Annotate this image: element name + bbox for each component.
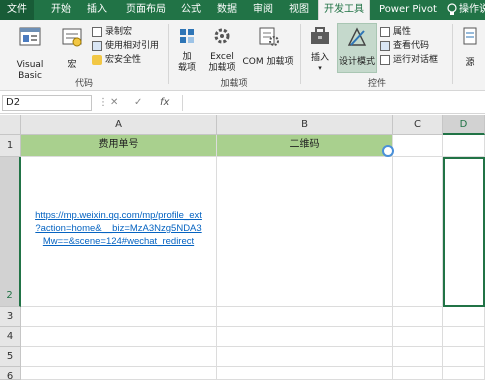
cell-c2[interactable] <box>393 157 443 307</box>
row-header-5[interactable]: 5 <box>0 347 21 367</box>
view-code-button[interactable]: 查看代码 <box>380 40 429 52</box>
addins-group-label: 加载项 <box>220 79 248 89</box>
visual-basic-button[interactable]: Visual Basic <box>4 26 56 82</box>
hyperlink-line[interactable]: https://mp.weixin.qq.com/mp/profile_ext <box>21 209 216 222</box>
row-header-2[interactable]: 2 <box>0 157 21 307</box>
visual-basic-icon <box>19 27 41 46</box>
name-box[interactable]: D2 <box>2 95 92 111</box>
hyperlink-line[interactable]: Mw==&scene=124#wechat_redirect <box>21 235 216 248</box>
code-group-label: 代码 <box>74 79 93 89</box>
run-dialog-icon <box>380 55 390 65</box>
cell-b2[interactable] <box>217 157 393 307</box>
ribbon: Visual Basic 宏 录制宏 使用相对引用 宏安全性 代码 加 载项 E… <box>0 20 485 91</box>
insert-function-button[interactable]: fx <box>160 95 169 111</box>
row-header-3[interactable]: 3 <box>0 307 21 327</box>
excel-addins-button[interactable]: Excel 加载项 <box>204 26 240 74</box>
cell-a4[interactable] <box>21 327 217 347</box>
tab-page-layout[interactable]: 页面布局 <box>120 0 172 20</box>
formula-bar-more-icon: ⋮ <box>98 97 108 108</box>
group-divider <box>168 24 169 84</box>
warning-icon <box>92 55 102 65</box>
tab-view[interactable]: 视图 <box>284 0 314 20</box>
relative-references-button[interactable]: 使用相对引用 <box>92 40 159 52</box>
cell-d3[interactable] <box>443 307 485 327</box>
properties-button[interactable]: 属性 <box>380 26 411 38</box>
tab-home[interactable]: 开始 <box>46 0 76 20</box>
row-header-4[interactable]: 4 <box>0 327 21 347</box>
formula-input[interactable] <box>182 95 482 111</box>
cell-a6[interactable] <box>21 367 217 380</box>
chevron-down-icon: ▾ <box>318 64 322 72</box>
source-button[interactable]: 源 <box>456 26 484 69</box>
cell-b6[interactable] <box>217 367 393 380</box>
insert-control-button[interactable]: 插入 ▾ <box>306 26 334 72</box>
select-all-button[interactable] <box>0 115 21 135</box>
column-header-a[interactable]: A <box>21 115 217 135</box>
tab-file[interactable]: 文件 <box>0 0 34 20</box>
tab-insert[interactable]: 插入 <box>82 0 112 20</box>
record-macro-button[interactable]: 录制宏 <box>92 26 132 38</box>
hyperlink-line[interactable]: ?action=home&__biz=MzA3Nzg5NDA3 <box>21 222 216 235</box>
lightbulb-icon <box>447 3 457 15</box>
design-mode-button[interactable]: 设计模式 <box>337 23 377 73</box>
cell-c3[interactable] <box>393 307 443 327</box>
cell-a1[interactable]: 费用单号 <box>21 135 217 157</box>
cancel-icon[interactable]: ✕ <box>110 95 118 111</box>
cell-b4[interactable] <box>217 327 393 347</box>
com-addins-icon <box>259 27 279 46</box>
cell-c4[interactable] <box>393 327 443 347</box>
cell-d4[interactable] <box>443 327 485 347</box>
gear-icon <box>214 28 230 44</box>
record-macro-icon <box>92 27 102 37</box>
cell-d5[interactable] <box>443 347 485 367</box>
column-header-b[interactable]: B <box>217 115 393 135</box>
tab-review[interactable]: 审阅 <box>248 0 278 20</box>
cell-c6[interactable] <box>393 367 443 380</box>
row-header-6[interactable]: 6 <box>0 367 21 380</box>
cell-d2-selected[interactable] <box>443 157 485 307</box>
tab-tell-me[interactable]: 操作说 <box>459 0 485 20</box>
cell-c1[interactable] <box>393 135 443 157</box>
properties-icon <box>380 27 390 37</box>
ribbon-tab-bar: 文件 开始 插入 页面布局 公式 数据 审阅 视图 开发工具 Power Piv… <box>0 0 485 20</box>
cell-b5[interactable] <box>217 347 393 367</box>
controls-group-label: 控件 <box>367 79 386 89</box>
cell-a3[interactable] <box>21 307 217 327</box>
enter-icon[interactable]: ✓ <box>134 95 142 111</box>
macro-security-button[interactable]: 宏安全性 <box>92 54 141 66</box>
cell-b3[interactable] <box>217 307 393 327</box>
run-dialog-button[interactable]: 运行对话框 <box>380 54 438 66</box>
macros-icon <box>62 28 82 47</box>
cell-d6[interactable] <box>443 367 485 380</box>
cell-b1[interactable]: 二维码 <box>217 135 393 157</box>
cell-d1[interactable] <box>443 135 485 157</box>
column-header-c[interactable]: C <box>393 115 443 135</box>
cell-a5[interactable] <box>21 347 217 367</box>
cell-a2[interactable]: https://mp.weixin.qq.com/mp/profile_ext … <box>21 157 217 307</box>
group-divider <box>300 24 301 84</box>
formula-bar: D2 ⋮ ✕ ✓ fx <box>0 92 485 114</box>
object-resize-handle[interactable] <box>382 145 394 157</box>
relative-references-icon <box>92 41 102 51</box>
worksheet-grid[interactable]: A B C D 1 2 3 4 5 6 费用单号 二维码 https://mp.… <box>0 115 485 380</box>
cell-c5[interactable] <box>393 347 443 367</box>
tab-power-pivot[interactable]: Power Pivot <box>374 0 442 20</box>
row-header-1[interactable]: 1 <box>0 135 21 157</box>
column-header-d[interactable]: D <box>443 115 485 135</box>
xml-source-icon <box>463 27 477 45</box>
view-code-icon <box>380 41 390 51</box>
tab-developer[interactable]: 开发工具 <box>318 0 370 20</box>
toolbox-icon <box>311 27 329 44</box>
addins-icon <box>180 29 194 43</box>
tab-data[interactable]: 数据 <box>212 0 242 20</box>
tab-formulas[interactable]: 公式 <box>176 0 206 20</box>
addins-button[interactable]: 加 载项 <box>172 26 202 74</box>
group-divider <box>452 24 453 84</box>
macros-button[interactable]: 宏 <box>60 26 84 71</box>
design-mode-icon <box>347 27 367 46</box>
com-addins-button[interactable]: COM 加载项 <box>242 26 294 68</box>
